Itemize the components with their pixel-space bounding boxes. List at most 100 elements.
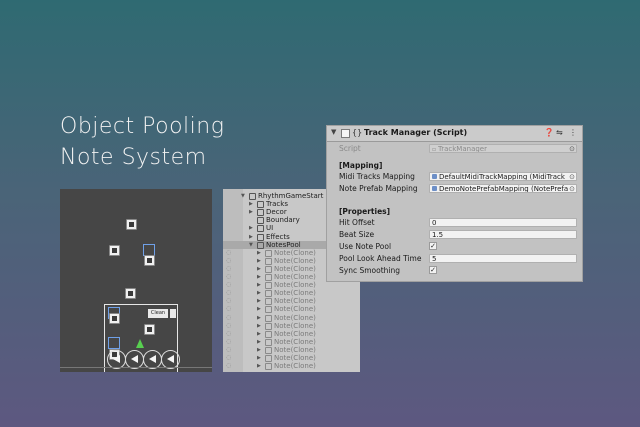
expand-right-icon[interactable]: ▶ — [257, 297, 261, 305]
hierarchy-item-label: Note(Clone) — [274, 313, 316, 322]
beat-size-row: Beat Size 1.5 — [339, 229, 579, 240]
preset-icon[interactable]: ⇋ — [556, 128, 563, 137]
expand-right-icon[interactable]: ▶ — [257, 305, 261, 313]
expand-down-icon[interactable]: ▼ — [249, 241, 253, 249]
hierarchy-item-label: Effects — [266, 232, 290, 241]
hierarchy-item[interactable]: ▶ ◌ Note(Clone) — [223, 314, 360, 322]
hierarchy-item-label: Note(Clone) — [274, 329, 316, 338]
hierarchy-item[interactable]: ▶ ◌ Note(Clone) — [223, 281, 360, 290]
mapping-header: [Mapping] — [339, 161, 383, 170]
expand-right-icon[interactable]: ▶ — [257, 314, 261, 322]
inspector-component[interactable]: ▼ {} Track Manager (Script) ❓ ⇋ ⋮ Script… — [326, 125, 583, 282]
hierarchy-item[interactable]: ▶ ◌ Note(Clone) — [223, 305, 360, 314]
move-gizmo-arrow[interactable] — [136, 339, 144, 348]
visibility-icon[interactable]: ◌ — [226, 322, 231, 330]
asset-icon — [432, 186, 437, 191]
help-icon[interactable]: ❓ — [544, 128, 554, 137]
visibility-icon[interactable]: ◌ — [226, 346, 231, 354]
visibility-icon[interactable]: ◌ — [226, 305, 231, 313]
hierarchy-item[interactable]: ▶ ◌ Note(Clone) — [223, 354, 360, 362]
heading-line-1: Object Pooling — [60, 114, 225, 139]
visibility-icon[interactable]: ◌ — [226, 257, 231, 265]
hierarchy-item-label: UI — [266, 224, 274, 233]
object-picker-icon[interactable]: ⊙ — [568, 185, 575, 192]
hierarchy-item[interactable]: ▶ ◌ Note(Clone) — [223, 322, 360, 330]
lookahead-label[interactable]: Pool Look Ahead Time — [339, 253, 421, 264]
prefab-mapping-value: DemoNotePrefabMapping (NotePrefa — [439, 185, 569, 193]
expand-right-icon[interactable]: ▶ — [249, 200, 253, 208]
note-object — [144, 255, 155, 266]
midi-mapping-field[interactable]: DefaultMidiTrackMapping (MidiTrack ⊙ — [429, 172, 577, 181]
visibility-icon[interactable]: ◌ — [226, 289, 231, 297]
visibility-icon[interactable]: ◌ — [226, 338, 231, 346]
expand-right-icon[interactable]: ▶ — [249, 224, 253, 232]
hierarchy-item[interactable]: ▶ ◌ Note(Clone) — [223, 346, 360, 354]
use-pool-checkbox[interactable]: ✓ — [429, 242, 437, 250]
hierarchy-item-label: Tracks — [266, 200, 288, 209]
visibility-icon[interactable]: ◌ — [226, 354, 231, 362]
scene-tag-button[interactable] — [170, 309, 176, 318]
note-object — [125, 288, 136, 299]
hierarchy-item-label: Note(Clone) — [274, 289, 316, 298]
expand-right-icon[interactable]: ▶ — [249, 208, 253, 216]
beat-size-label[interactable]: Beat Size — [339, 229, 374, 240]
component-title: Track Manager (Script) — [364, 128, 468, 137]
expand-right-icon[interactable]: ▶ — [257, 346, 261, 354]
scene-tag: Clean — [148, 309, 168, 318]
component-header[interactable]: ▼ {} Track Manager (Script) ❓ ⇋ ⋮ — [327, 126, 582, 142]
hierarchy-item[interactable]: ▶ ◌ Note(Clone) — [223, 338, 360, 346]
context-menu-icon[interactable]: ⋮ — [569, 128, 577, 137]
hierarchy-item-label: Note(Clone) — [274, 273, 316, 281]
hierarchy-item[interactable]: ▶ ◌ Note(Clone) — [223, 330, 360, 338]
expand-right-icon[interactable]: ▶ — [257, 257, 261, 265]
expand-right-icon[interactable]: ▶ — [257, 281, 261, 289]
hierarchy-item-label: Note(Clone) — [274, 345, 316, 354]
visibility-icon[interactable]: ◌ — [226, 273, 231, 281]
expand-right-icon[interactable]: ▶ — [257, 330, 261, 338]
visibility-icon[interactable]: ◌ — [226, 297, 231, 305]
use-pool-row: Use Note Pool ✓ — [339, 241, 579, 252]
expand-right-icon[interactable]: ▶ — [257, 273, 261, 281]
visibility-icon[interactable]: ◌ — [226, 362, 231, 370]
visibility-icon[interactable]: ◌ — [226, 265, 231, 273]
expand-down-icon[interactable]: ▼ — [241, 192, 245, 200]
gameobject-icon — [249, 193, 256, 200]
gameobject-icon — [257, 241, 264, 249]
component-enabled-checkbox[interactable] — [341, 129, 350, 138]
visibility-icon[interactable]: ◌ — [226, 314, 231, 322]
gameobject-icon — [265, 274, 272, 281]
prefab-mapping-label: Note Prefab Mapping — [339, 184, 418, 193]
hierarchy-item-label: Note(Clone) — [274, 248, 316, 257]
gameobject-icon — [257, 233, 264, 241]
hierarchy-item-label: Note(Clone) — [274, 264, 316, 273]
expand-right-icon[interactable]: ▶ — [257, 249, 261, 257]
hierarchy-item[interactable]: ▶ ◌ Note(Clone) — [223, 297, 360, 306]
expand-right-icon[interactable]: ▶ — [257, 322, 261, 330]
hierarchy-item[interactable]: ▶ ◌ Note(Clone) — [223, 289, 360, 298]
foldout-arrow-icon[interactable]: ▼ — [331, 128, 336, 136]
beat-size-field[interactable]: 1.5 — [429, 230, 577, 239]
expand-right-icon[interactable]: ▶ — [257, 265, 261, 273]
prefab-mapping-field[interactable]: DemoNotePrefabMapping (NotePrefa ⊙ — [429, 184, 577, 193]
expand-right-icon[interactable]: ▶ — [257, 362, 261, 370]
object-picker-icon[interactable]: ⊙ — [568, 173, 575, 180]
expand-right-icon[interactable]: ▶ — [257, 338, 261, 346]
expand-right-icon[interactable]: ▶ — [249, 233, 253, 241]
visibility-icon[interactable]: ◌ — [226, 281, 231, 289]
gameobject-icon — [257, 217, 264, 225]
hierarchy-item[interactable]: ▶ ◌ Note(Clone) — [223, 362, 360, 371]
hit-offset-label[interactable]: Hit Offset — [339, 217, 375, 228]
use-pool-label: Use Note Pool — [339, 242, 392, 251]
expand-right-icon[interactable]: ▶ — [257, 354, 261, 362]
script-row: Script ▫ TrackManager ⊙ — [339, 143, 579, 154]
lookahead-field[interactable]: 5 — [429, 254, 577, 263]
visibility-icon[interactable]: ◌ — [226, 249, 231, 257]
sync-checkbox[interactable]: ✓ — [429, 266, 437, 274]
gameobject-icon — [265, 338, 272, 346]
scene-view[interactable]: Clean — [60, 189, 212, 372]
expand-right-icon[interactable]: ▶ — [257, 289, 261, 297]
hit-offset-field[interactable]: 0 — [429, 218, 577, 227]
gameobject-icon — [265, 290, 272, 298]
hierarchy-item-label: Note(Clone) — [274, 305, 316, 314]
visibility-icon[interactable]: ◌ — [226, 330, 231, 338]
